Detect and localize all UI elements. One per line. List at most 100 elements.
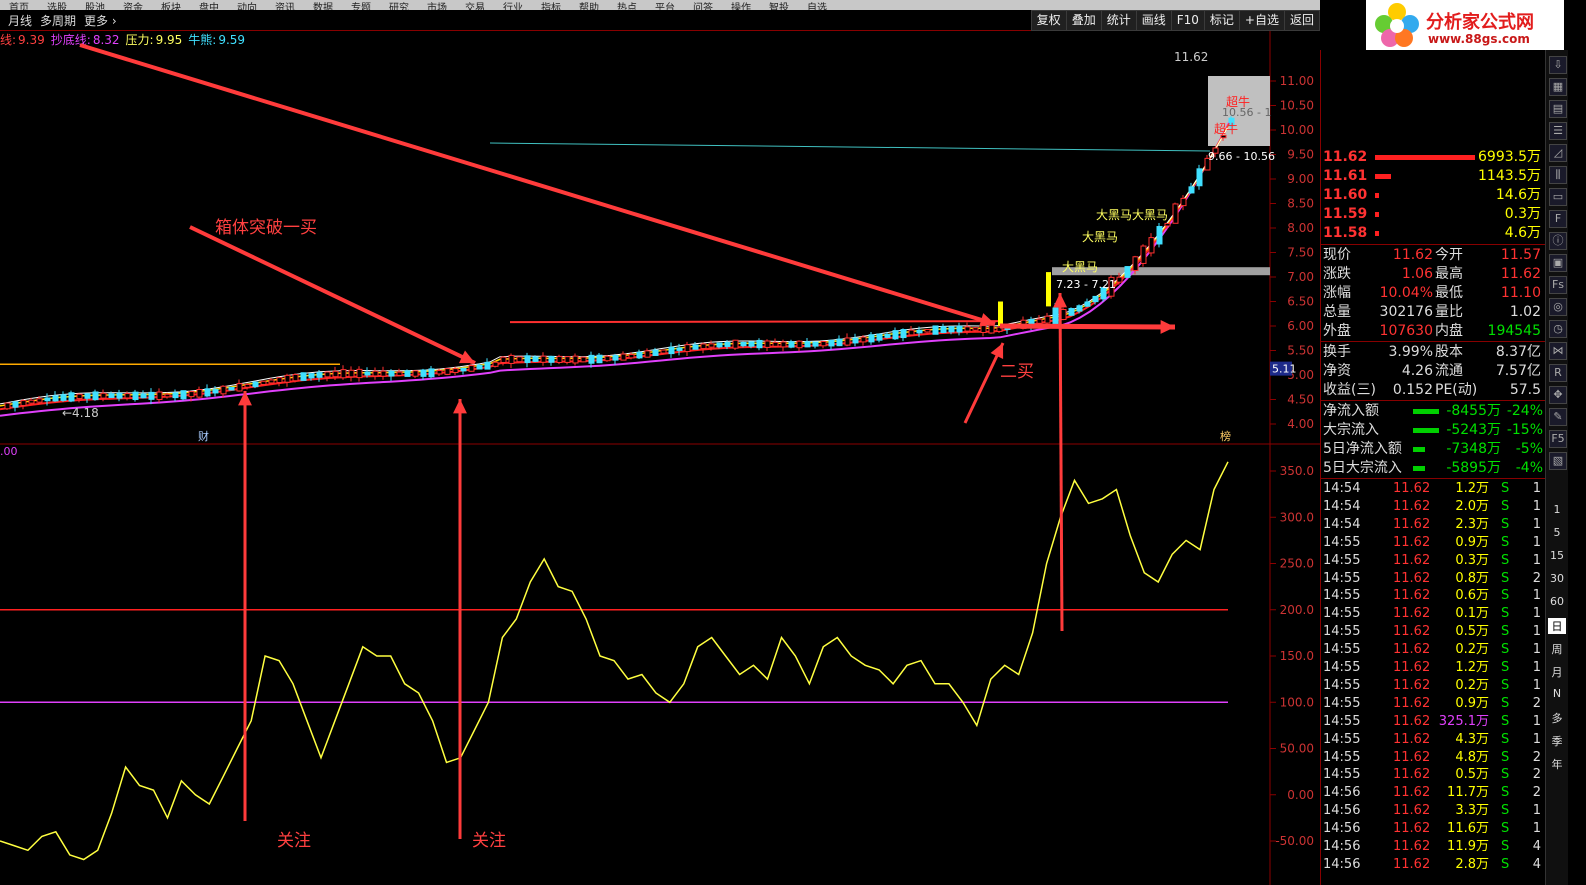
stat-value: 57.5 [1509, 382, 1541, 398]
arrow-down-icon[interactable]: ⇩ [1549, 56, 1567, 74]
order-book-row[interactable]: 11.58 4.6万 [1321, 224, 1545, 243]
price-tick-label: 10.50 [1280, 99, 1314, 113]
photo-icon[interactable]: ▧ [1549, 452, 1567, 470]
candle-body [884, 333, 891, 338]
period-button[interactable]: 5 [1548, 526, 1566, 539]
compass-icon[interactable]: ✥ [1549, 386, 1567, 404]
tick-row: 14:56 11.62 2.8万 S 4 [1321, 856, 1545, 874]
volume-bar [1375, 212, 1379, 217]
toolbar-button[interactable]: 返回 [1283, 10, 1320, 31]
fund-flow-row: 5日大宗流入 -5895万 -4% [1321, 459, 1545, 478]
logo-url: www.88gs.com [1428, 32, 1530, 46]
tick-side: S [1501, 570, 1510, 586]
period-button[interactable]: 60 [1548, 595, 1566, 608]
pen-icon[interactable]: ✎ [1549, 408, 1567, 426]
candle-body [428, 368, 435, 378]
candle-body [548, 355, 555, 363]
candle-body [1148, 237, 1155, 254]
chao-niu-label: 超牛 [1214, 121, 1238, 136]
list-icon[interactable]: ☰ [1549, 122, 1567, 140]
tool-strip: ⇩ ▦ ▤ ☰ ◿ ⫼ ▭ Fⓘ ▣ Fs ◎ ◷ ⋈ R ✥ ✎ F5 ▧ 1 5 15 30 60 日周月 N 多季年 [1545, 50, 1568, 885]
tick-volume: 0.1万 [1455, 606, 1489, 622]
ring-icon[interactable]: ◎ [1549, 298, 1567, 316]
candle-body [356, 368, 363, 379]
book-icon[interactable]: ▣ [1549, 254, 1567, 272]
kline-icon[interactable]: ⫼ [1549, 166, 1567, 184]
tick-side: S [1501, 677, 1510, 693]
chart-icon[interactable]: ◿ [1549, 144, 1567, 162]
order-book-row[interactable]: 11.62 6993.5万 [1321, 148, 1545, 167]
period-button[interactable]: 30 [1548, 572, 1566, 585]
quote-stat-row: 涨跌 1.06 最高 11.62 [1321, 265, 1545, 284]
tick-row: 14:54 11.62 1.2万 S 1 [1321, 480, 1545, 498]
osc-tick-label: 50.00 [1280, 742, 1314, 756]
tick-volume: 0.2万 [1455, 642, 1489, 658]
toolbar-button[interactable]: 标记 [1203, 10, 1240, 31]
period-button[interactable]: 年 [1548, 756, 1566, 772]
tick-side: S [1501, 642, 1510, 658]
candle-body [932, 325, 939, 335]
toolbar-button[interactable]: 叠加 [1065, 10, 1102, 31]
candle-body [740, 341, 747, 347]
finance-marker[interactable]: 财 [198, 429, 209, 443]
toolbar-button[interactable]: F10 [1170, 10, 1205, 31]
tick-side: S [1501, 767, 1510, 783]
toolbar-button[interactable]: +自选 [1238, 10, 1285, 31]
osc-tick-label: 250.0 [1280, 557, 1314, 571]
tick-side: S [1501, 588, 1510, 604]
order-book-row[interactable]: 11.60 14.6万 [1321, 186, 1545, 205]
period-button[interactable]: 15 [1548, 549, 1566, 562]
candle-body [732, 339, 739, 349]
bid-volume: 14.6万 [1495, 187, 1541, 203]
table-icon[interactable]: ▤ [1549, 100, 1567, 118]
candle-body [212, 389, 219, 394]
candle-body [380, 370, 387, 377]
candle-body [244, 383, 251, 388]
stat-label: 收益(三) [1323, 382, 1376, 398]
period-button[interactable]: 日 [1548, 618, 1566, 634]
menu-more[interactable]: 更多 › [84, 12, 117, 29]
macd-icon[interactable]: ⋈ [1549, 342, 1567, 360]
annotation-arrow [79, 43, 996, 326]
f5-icon[interactable]: F5 [1549, 430, 1567, 448]
candle-body [28, 399, 35, 404]
fs-icon[interactable]: Fs [1549, 276, 1567, 294]
tick-side: S [1501, 660, 1510, 675]
ranking-marker[interactable]: 榜 [1220, 429, 1231, 443]
order-book-row[interactable]: 11.59 0.3万 [1321, 205, 1545, 224]
price-tick-label: 8.50 [1287, 197, 1314, 211]
tick-side: S [1501, 785, 1510, 801]
menu-monthly[interactable]: 月线 [8, 12, 32, 29]
menu-multi-period[interactable]: 多周期 [40, 12, 76, 29]
tick-row: 14:56 11.62 11.7万 S 2 [1321, 784, 1545, 802]
f10-icon[interactable]: F [1549, 210, 1567, 228]
clock-icon[interactable]: ◷ [1549, 320, 1567, 338]
tick-time: 14:55 [1323, 624, 1361, 640]
tick-row: 14:55 11.62 4.3万 S 1 [1321, 731, 1545, 749]
tick-count: 2 [1532, 749, 1541, 765]
candle-body [348, 369, 355, 378]
candle-body [124, 393, 131, 399]
period-button[interactable]: N [1548, 687, 1566, 700]
tick-price: 11.62 [1393, 481, 1431, 496]
tick-count: 1 [1532, 660, 1541, 675]
period-button[interactable]: 周 [1548, 641, 1566, 657]
period-button[interactable]: 1 [1548, 503, 1566, 516]
bid-volume: 4.6万 [1504, 225, 1541, 241]
candle-body [444, 368, 451, 375]
period-button[interactable]: 多 [1548, 710, 1566, 726]
info-icon[interactable]: ⓘ [1549, 232, 1567, 250]
kline-chart[interactable]: 11.00 10.50 10.00 9.50 9.00 8.50 8.00 7.50 7.00 6… [0, 31, 1320, 885]
doc-icon[interactable]: ▭ [1549, 188, 1567, 206]
period-button[interactable]: 月 [1548, 664, 1566, 680]
candle-body [916, 329, 923, 334]
price-tag-text: 5.11 [1272, 363, 1297, 376]
stat-label: 涨幅 [1323, 285, 1351, 301]
toolbar-button[interactable]: 统计 [1100, 10, 1137, 31]
toolbar-button[interactable]: 画线 [1135, 10, 1172, 31]
order-book-row[interactable]: 11.61 1143.5万 [1321, 167, 1545, 186]
rsi-icon[interactable]: R [1549, 364, 1567, 382]
grid-icon[interactable]: ▦ [1549, 78, 1567, 96]
period-button[interactable]: 季 [1548, 733, 1566, 749]
toolbar-button[interactable]: 复权 [1030, 10, 1067, 31]
